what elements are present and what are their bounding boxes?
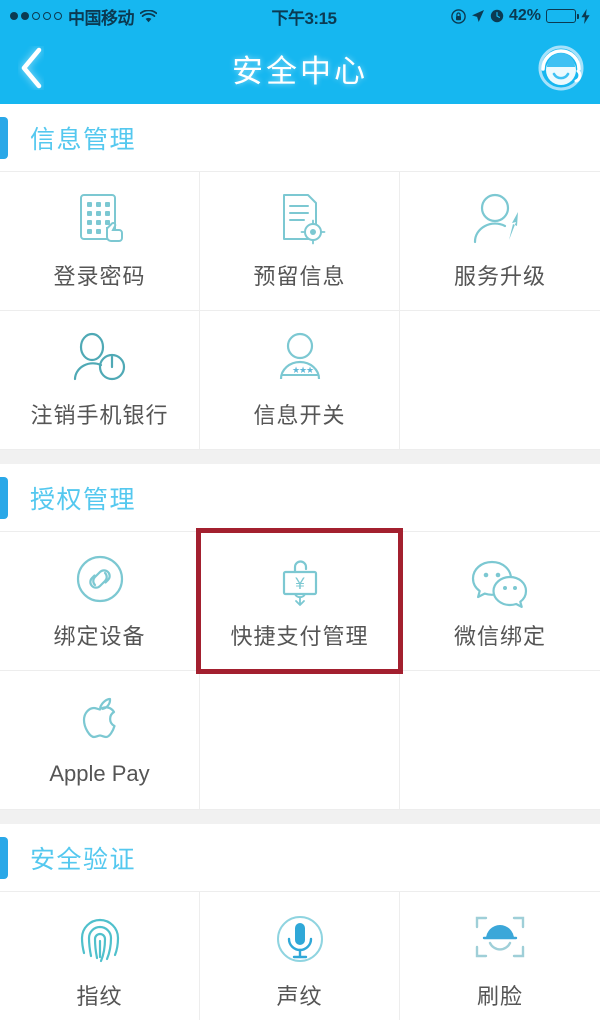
section-grid-authorization: 绑定设备 ¥ 快捷支付管理 微信绑定 Apple Pay: [0, 528, 600, 810]
grid-item-label: 信息开关: [253, 402, 346, 428]
grid-item-label: 绑定设备: [53, 623, 146, 649]
chevron-left-icon: [21, 47, 42, 89]
grid-item-reserved-information[interactable]: 预留信息: [200, 172, 400, 311]
section-header-authorization: 授权管理: [0, 464, 600, 532]
wechat-icon: [471, 552, 529, 610]
section-accent-bar: [0, 837, 8, 879]
customer-service-headset-icon: [538, 45, 584, 91]
security-center-screen: 中国移动 下午3:15 42% 安全中心 信息管理 登录密码 预留信息 服务升级…: [0, 0, 600, 1020]
section-gap: [0, 810, 600, 824]
wifi-icon: [140, 9, 157, 23]
status-bar-time: 下午3:15: [271, 8, 337, 28]
section-title: 授权管理: [30, 485, 137, 514]
grid-item-wechat-binding[interactable]: 微信绑定: [400, 532, 600, 671]
grid-item-face-scan[interactable]: 刷脸: [400, 892, 600, 1020]
fingerprint-icon: [75, 912, 125, 970]
grid-item-label: 指纹: [76, 983, 123, 1009]
face-scan-icon: [473, 912, 527, 970]
location-arrow-icon: [471, 9, 485, 23]
grid-item-apple-pay[interactable]: Apple Pay: [0, 671, 200, 810]
grid-item-empty: [400, 671, 600, 810]
status-bar: 中国移动 下午3:15 42%: [0, 0, 600, 32]
grid-item-login-password[interactable]: 登录密码: [0, 172, 200, 311]
status-bar-right: 42%: [451, 7, 590, 25]
customer-service-button[interactable]: [522, 32, 600, 104]
grid-item-label: 刷脸: [476, 983, 523, 1009]
section-grid-verification: 指纹 声纹 刷脸: [0, 892, 600, 1020]
grid-item-information-switch[interactable]: ★ ★ ★ 信息开关: [200, 311, 400, 450]
grid-item-label: 注销手机银行: [30, 402, 169, 428]
document-gear-icon: [274, 192, 326, 250]
grid-item-empty: [400, 311, 600, 450]
alarm-clock-icon: [490, 9, 504, 23]
section-gap: [0, 450, 600, 464]
section-title: 安全验证: [30, 845, 137, 874]
keypad-password-icon: [73, 192, 127, 250]
carrier-name: 中国移动: [68, 8, 135, 28]
status-bar-left: 中国移动: [10, 4, 157, 29]
section-accent-bar: [0, 117, 8, 159]
section-grid-information: 登录密码 预留信息 服务升级 注销手机银行 ★ ★ ★ 信息开关: [0, 172, 600, 450]
charging-bolt-icon: [581, 8, 590, 24]
signal-strength-dots: [10, 12, 62, 20]
grid-item-service-upgrade[interactable]: 服务升级: [400, 172, 600, 311]
grid-item-cancel-mobile-bank[interactable]: 注销手机银行: [0, 311, 200, 450]
section-accent-bar: [0, 477, 8, 519]
section-header-verification: 安全验证: [0, 824, 600, 892]
microphone-icon: [274, 912, 326, 970]
navigation-bar: 安全中心: [0, 32, 600, 104]
battery-icon: [546, 9, 580, 23]
grid-item-label: 登录密码: [53, 263, 146, 289]
battery-percent-label: 42%: [508, 7, 541, 24]
svg-text:¥: ¥: [294, 574, 305, 593]
grid-item-label: 声纹: [276, 983, 323, 1009]
grid-item-label: 微信绑定: [453, 623, 546, 649]
back-button[interactable]: [0, 32, 62, 104]
grid-item-quick-payment-management[interactable]: ¥ 快捷支付管理: [196, 528, 403, 674]
page-title: 安全中心: [232, 53, 368, 89]
grid-item-label: 预留信息: [253, 263, 346, 289]
grid-item-voiceprint[interactable]: 声纹: [200, 892, 400, 1020]
section-title: 信息管理: [30, 125, 137, 154]
apple-logo-icon: [76, 694, 124, 752]
rotation-lock-icon: [451, 8, 466, 24]
grid-item-label: 快捷支付管理: [230, 623, 369, 649]
section-header-information: 信息管理: [0, 104, 600, 172]
grid-item-label: 服务升级: [453, 263, 546, 289]
person-power-off-icon: [72, 331, 128, 389]
grid-item-fingerprint[interactable]: 指纹: [0, 892, 200, 1020]
grid-item-empty: [200, 671, 400, 810]
grid-item-label: Apple Pay: [49, 760, 150, 786]
link-circle-icon: [73, 552, 127, 610]
svg-text:★: ★: [306, 365, 314, 375]
padlock-yuan-icon: ¥: [273, 552, 327, 610]
grid-item-bound-devices[interactable]: 绑定设备: [0, 532, 200, 671]
person-stars-icon: ★ ★ ★: [274, 331, 326, 389]
person-upgrade-icon: [473, 192, 527, 250]
